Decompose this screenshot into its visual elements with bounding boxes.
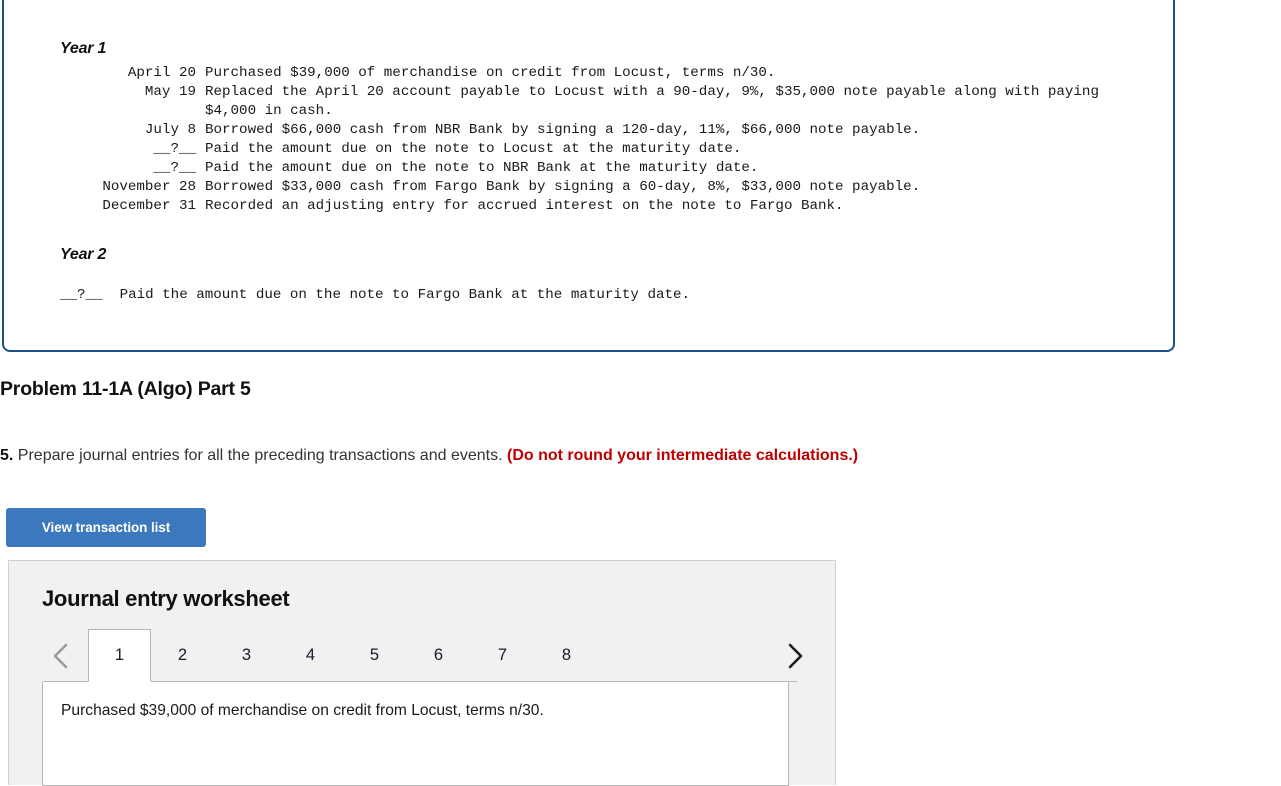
transaction-description: Purchased $39,000 of merchandise on cred… xyxy=(205,65,776,81)
worksheet-tab-7[interactable]: 7 xyxy=(471,629,534,682)
worksheet-tab-3[interactable]: 3 xyxy=(215,629,278,682)
tab-label: 1 xyxy=(114,646,125,664)
worksheet-tab-2[interactable]: 2 xyxy=(151,629,214,682)
requirement-line: 5. Prepare journal entries for all the p… xyxy=(0,445,858,467)
transaction-date: July 8 xyxy=(144,122,196,138)
transaction-date: __?__ xyxy=(153,141,196,157)
worksheet-tab-6[interactable]: 6 xyxy=(407,629,470,682)
problem-statement-box: Year 1 April 20 Purchased $39,000 of mer… xyxy=(2,0,1175,352)
transaction-description: Paid the amount due on the note to NBR B… xyxy=(205,160,759,176)
requirement-note: (Do not round your intermediate calculat… xyxy=(506,447,859,464)
tab-label: 8 xyxy=(561,646,572,664)
transaction-date: April 20 xyxy=(127,65,196,81)
year-1-transaction-table: April 20 Purchased $39,000 of merchandis… xyxy=(60,64,1099,216)
year-1-heading: Year 1 xyxy=(60,40,107,57)
tab-label: 3 xyxy=(241,646,252,664)
journal-entry-description: Purchased $39,000 of merchandise on cred… xyxy=(61,702,544,719)
chevron-right-icon xyxy=(785,641,805,671)
tab-label: 5 xyxy=(369,646,380,664)
tab-label: 2 xyxy=(177,646,188,664)
table-row: May 19 Replaced the April 20 account pay… xyxy=(60,83,1099,121)
transaction-description: Recorded an adjusting entry for accrued … xyxy=(205,198,844,214)
table-row: November 28 Borrowed $33,000 cash from F… xyxy=(60,178,1099,197)
tab-label: 4 xyxy=(305,646,316,664)
requirement-text: Prepare journal entries for all the prec… xyxy=(17,447,503,464)
worksheet-title: Journal entry worksheet xyxy=(42,586,290,611)
year-2-transaction-line: __?__ Paid the amount due on the note to… xyxy=(60,287,691,303)
transaction-date: December 31 xyxy=(102,198,196,214)
transaction-description: Borrowed $33,000 cash from Fargo Bank by… xyxy=(205,179,921,195)
transaction-description: Replaced the April 20 account payable to… xyxy=(205,84,1099,119)
worksheet-tab-1[interactable]: 1 xyxy=(88,629,151,682)
view-transaction-list-button[interactable]: View transaction list xyxy=(6,508,206,547)
transaction-date: May 19 xyxy=(144,84,196,100)
transaction-date: November 28 xyxy=(102,179,196,195)
table-row: July 8 Borrowed $66,000 cash from NBR Ba… xyxy=(60,121,1099,140)
year-2-heading: Year 2 xyxy=(60,246,107,263)
table-row: April 20 Purchased $39,000 of merchandis… xyxy=(60,64,1099,83)
table-row: December 31 Recorded an adjusting entry … xyxy=(60,197,1099,216)
year-1-transaction-rows: April 20 Purchased $39,000 of merchandis… xyxy=(60,64,1099,216)
transaction-date: __?__ xyxy=(153,160,196,176)
previous-entry-button[interactable] xyxy=(43,629,79,682)
requirement-number: 5. xyxy=(0,447,14,464)
table-row: __?__ Paid the amount due on the note to… xyxy=(60,140,1099,159)
page-title: Problem 11-1A (Algo) Part 5 xyxy=(0,378,251,400)
transaction-description: Paid the amount due on the note to Locus… xyxy=(205,141,742,157)
next-entry-button[interactable] xyxy=(777,629,813,682)
journal-entry-worksheet-panel: Journal entry worksheet 1 2 3 4 5 6 7 8 xyxy=(8,560,837,786)
worksheet-tab-strip: 1 2 3 4 5 6 7 8 xyxy=(9,629,837,682)
tab-label: 6 xyxy=(433,646,444,664)
worksheet-tab-5[interactable]: 5 xyxy=(343,629,406,682)
worksheet-tab-8[interactable]: 8 xyxy=(535,629,598,682)
journal-entry-content-box: Purchased $39,000 of merchandise on cred… xyxy=(42,682,789,786)
table-row: __?__ Paid the amount due on the note to… xyxy=(60,159,1099,178)
problem-statement-content: Year 1 April 20 Purchased $39,000 of mer… xyxy=(4,2,1173,350)
worksheet-tab-4[interactable]: 4 xyxy=(279,629,342,682)
tab-label: 7 xyxy=(497,646,508,664)
transaction-description: Borrowed $66,000 cash from NBR Bank by s… xyxy=(205,122,921,138)
chevron-left-icon xyxy=(51,641,71,671)
